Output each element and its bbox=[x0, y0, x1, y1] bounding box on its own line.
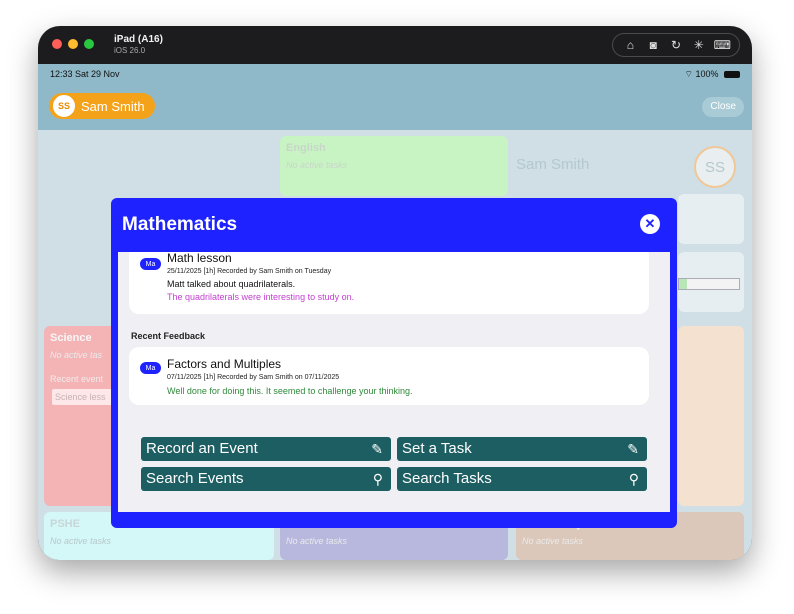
search-icon: ⚲ bbox=[372, 471, 383, 487]
user-pill[interactable]: SS Sam Smith bbox=[49, 93, 155, 119]
event-title: Math lesson bbox=[167, 252, 232, 265]
progress-card bbox=[678, 252, 744, 312]
tile-pshe-title: PSHE bbox=[50, 518, 80, 530]
tile-science-subtitle: No active tas bbox=[50, 350, 103, 360]
tile-community-subtitle: No active tasks bbox=[522, 536, 584, 546]
feedback-card[interactable]: Ma Factors and Multiples 07/11/2025 [1h]… bbox=[129, 347, 649, 405]
profile-avatar: SS bbox=[694, 146, 736, 188]
subject-badge: Ma bbox=[140, 258, 161, 270]
simulator-window: iPad (A16) iOS 26.0 ⌂ ◙ ↻ ✳ ⌨ 12:33 Sat … bbox=[38, 26, 752, 560]
close-icon: ✕ bbox=[644, 216, 656, 231]
home-icon[interactable]: ⌂ bbox=[622, 38, 638, 52]
event-body: Matt talked about quadrilaterals. bbox=[167, 279, 296, 289]
progress-fill bbox=[679, 279, 687, 289]
close-window-button[interactable] bbox=[52, 39, 62, 49]
screenshot-icon[interactable]: ◙ bbox=[645, 38, 661, 52]
minimize-window-button[interactable] bbox=[68, 39, 78, 49]
event-note: The quadrilaterals were interesting to s… bbox=[167, 292, 355, 302]
feedback-meta: 07/11/2025 [1h] Recorded by Sam Smith on… bbox=[167, 374, 340, 381]
shake-icon[interactable]: ✳ bbox=[691, 38, 707, 52]
search-tasks-label: Search Tasks bbox=[402, 470, 492, 487]
search-events-button[interactable]: Search Events ⚲ bbox=[141, 467, 391, 491]
simulator-titlebar: iPad (A16) iOS 26.0 ⌂ ◙ ↻ ✳ ⌨ bbox=[38, 26, 752, 64]
status-time: 12:33 Sat 29 Nov bbox=[50, 69, 120, 79]
record-event-label: Record an Event bbox=[146, 440, 258, 457]
progress-bar bbox=[678, 278, 740, 290]
feedback-heading: Recent Feedback bbox=[131, 331, 206, 341]
feedback-title: Factors and Multiples bbox=[167, 357, 282, 371]
search-icon: ⚲ bbox=[628, 471, 639, 487]
status-bar: 12:33 Sat 29 Nov ⌔ 100% bbox=[50, 68, 740, 82]
modal-close-button[interactable]: ✕ bbox=[640, 214, 660, 234]
tile-science-title: Science bbox=[50, 332, 92, 344]
science-search-input[interactable]: Science less bbox=[52, 389, 119, 405]
tile-english[interactable]: English No active tasks bbox=[280, 136, 508, 196]
status-right: ⌔ 100% bbox=[684, 69, 740, 80]
compose-icon: ✎ bbox=[371, 441, 383, 457]
device-name: iPad (A16) bbox=[114, 34, 163, 45]
user-name: Sam Smith bbox=[81, 98, 145, 114]
set-task-button[interactable]: Set a Task ✎ bbox=[397, 437, 647, 461]
tile-careers-subtitle: No active tasks bbox=[286, 536, 348, 546]
tile-science-recent: Recent event bbox=[50, 374, 104, 384]
set-task-label: Set a Task bbox=[402, 440, 472, 457]
modal-title: Mathematics bbox=[122, 214, 238, 235]
simulator-toolbar: ⌂ ◙ ↻ ✳ ⌨ bbox=[612, 33, 740, 57]
search-tasks-button[interactable]: Search Tasks ⚲ bbox=[397, 467, 647, 491]
subject-badge: Ma bbox=[140, 362, 161, 374]
ipad-screen: 12:33 Sat 29 Nov ⌔ 100% SS Sam Smith Clo… bbox=[38, 64, 752, 560]
event-card[interactable]: Ma Math lesson 25/11/2025 [1h] Recorded … bbox=[129, 252, 649, 314]
tile-english-subtitle: No active tasks bbox=[286, 160, 348, 170]
tile-pshe-subtitle: No active tasks bbox=[50, 536, 112, 546]
close-button[interactable]: Close bbox=[702, 97, 744, 117]
tile-right bbox=[678, 326, 744, 506]
wifi-icon: ⌔ bbox=[684, 69, 693, 79]
modal-content: Ma Math lesson 25/11/2025 [1h] Recorded … bbox=[118, 252, 670, 512]
profile-name: Sam Smith bbox=[516, 156, 590, 173]
battery-percent: 100% bbox=[695, 69, 719, 79]
rotate-icon[interactable]: ↻ bbox=[668, 38, 684, 52]
profile-card bbox=[678, 194, 744, 244]
record-event-button[interactable]: Record an Event ✎ bbox=[141, 437, 391, 461]
tile-english-title: English bbox=[286, 142, 326, 154]
search-events-label: Search Events bbox=[146, 470, 244, 487]
os-version: iOS 26.0 bbox=[114, 46, 146, 55]
keyboard-icon[interactable]: ⌨ bbox=[714, 38, 731, 52]
battery-icon bbox=[724, 71, 740, 79]
zoom-window-button[interactable] bbox=[84, 39, 94, 49]
compose-icon: ✎ bbox=[627, 441, 639, 457]
subject-modal: Mathematics ✕ Ma Math lesson 25/11/2025 … bbox=[111, 198, 677, 528]
user-avatar: SS bbox=[53, 95, 75, 117]
event-meta: 25/11/2025 [1h] Recorded by Sam Smith on… bbox=[167, 268, 332, 275]
feedback-note: Well done for doing this. It seemed to c… bbox=[167, 386, 413, 396]
